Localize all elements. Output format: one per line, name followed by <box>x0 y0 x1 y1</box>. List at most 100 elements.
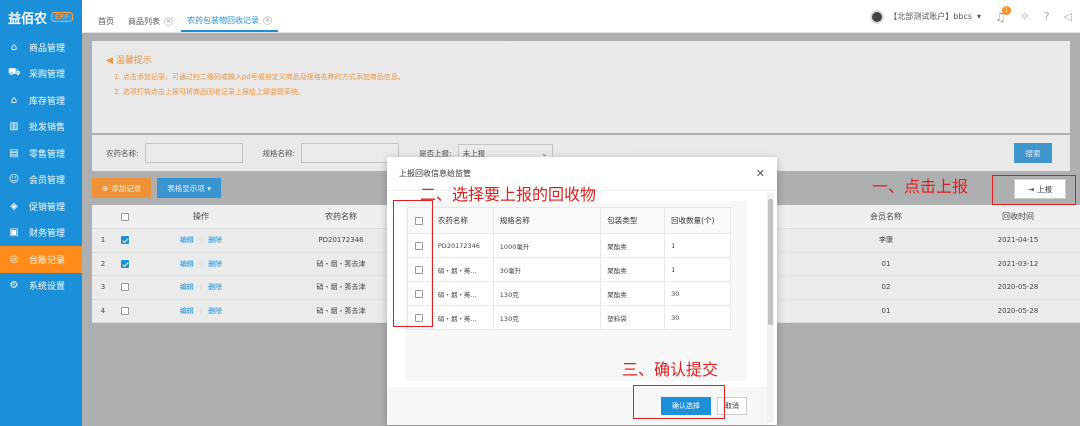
plus-icon: ⊕ <box>102 183 109 193</box>
search-button[interactable]: 搜索 <box>1014 143 1052 163</box>
sidebar-item-label: 会员管理 <box>29 176 66 187</box>
modal-row-spec: 1000毫升 <box>492 233 602 258</box>
sidebar-item-wholesale[interactable]: ▥ 批发销售 <box>0 114 82 141</box>
row-checkbox[interactable] <box>121 283 129 292</box>
row-checkbox[interactable] <box>121 306 129 315</box>
row-member: 李康 <box>816 228 956 253</box>
sidebar-item-settings[interactable]: ⚙ 系统设置 <box>0 273 82 300</box>
separator: | <box>199 236 203 245</box>
bell-icon[interactable]: ♫ 1 <box>995 5 1011 24</box>
modal-row-name: 硝・烟・莠… <box>430 305 494 330</box>
columns-button[interactable]: 表格显示项 ▾ <box>157 178 221 198</box>
close-icon[interactable]: × <box>263 15 272 25</box>
user-icon: ☺ <box>8 174 20 186</box>
row-number: 4 <box>92 299 114 323</box>
sidebar-item-records[interactable]: ◎ 台账记录 <box>0 246 82 273</box>
row-checkbox[interactable] <box>121 236 129 245</box>
cart-icon: ⛟ <box>8 67 21 79</box>
edit-link[interactable]: 编辑 <box>180 236 194 244</box>
sidebar-item-label: 库存管理 <box>29 96 66 107</box>
edit-link[interactable]: 编辑 <box>180 260 194 268</box>
sidebar-item-purchase[interactable]: ⛟ 采购管理 <box>0 61 82 88</box>
shop-icon: ▤ <box>9 147 19 159</box>
header-member: 会员名称 <box>816 205 956 229</box>
sidebar-item-finance[interactable]: ▣ 财务管理 <box>0 220 82 247</box>
help-icon[interactable]: ? <box>1044 10 1050 23</box>
record-icon: ◎ <box>9 253 19 265</box>
close-icon[interactable]: × <box>164 16 173 26</box>
row-member: 01 <box>816 299 956 323</box>
row-member: 02 <box>816 275 956 300</box>
delete-link[interactable]: 删除 <box>208 307 222 315</box>
tab-label: 首页 <box>98 16 114 26</box>
user-name: 【北部测试账户】bbcs <box>889 12 973 21</box>
modal-header-spec: 规格名称 <box>492 207 602 234</box>
modal-row-pack: 聚酯类 <box>600 233 666 258</box>
delete-link[interactable]: 删除 <box>208 283 222 291</box>
tips-title: ◀ 温馨提示 <box>106 53 1056 66</box>
toolbar: ⊕ 添加记录 表格显示项 ▾ <box>92 178 221 198</box>
edit-link[interactable]: 编辑 <box>180 307 194 315</box>
modal-row-name: 硝・烟・莠… <box>430 257 494 282</box>
sidebar-item-goods[interactable]: ⌂ 商品管理 <box>0 34 82 61</box>
separator: | <box>199 259 203 268</box>
chevron-down-icon: ▾ <box>207 183 211 193</box>
row-select <box>114 275 136 300</box>
tab-recycle-records[interactable]: 农药包装物回收记录 × <box>181 10 278 32</box>
delete-link[interactable]: 删除 <box>208 236 222 244</box>
tips-line: 2. 选项打钩点击上报可将商品回收记录上报给上级监管系统。 <box>114 88 305 96</box>
modal-row: 硝・烟・莠… 130克 塑料袋 30 <box>407 305 731 330</box>
modal-row-spec: 30毫升 <box>492 257 602 282</box>
modal-header-pack: 包装类型 <box>600 207 666 234</box>
annotation-box-confirm <box>633 385 725 419</box>
tips-title-text: 温馨提示 <box>115 56 152 66</box>
select-all-checkbox[interactable] <box>121 212 129 221</box>
spec-input[interactable] <box>301 143 400 163</box>
columns-label: 表格显示项 <box>167 183 205 193</box>
row-number: 1 <box>92 228 114 253</box>
row-checkbox[interactable] <box>121 259 129 268</box>
scrollbar-thumb[interactable] <box>768 199 773 325</box>
gear-icon: ⚙ <box>9 280 19 292</box>
header-date: 回收时间 <box>956 205 1080 229</box>
modal-table: 农药名称 规格名称 包装类型 回收数量(个) PD20172346 1000毫升… <box>407 207 731 330</box>
add-record-button[interactable]: ⊕ 添加记录 <box>92 178 152 198</box>
sidebar-item-label: 促销管理 <box>29 202 66 213</box>
modal-row-pack: 聚酯类 <box>600 281 666 306</box>
sidebar-item-retail[interactable]: ▤ 零售管理 <box>0 140 82 167</box>
sidebar-item-stock[interactable]: ⌂ 库存管理 <box>0 87 82 114</box>
modal-row: PD20172346 1000毫升 聚酯类 1 <box>407 233 731 258</box>
header-actions: 操作 <box>136 205 266 229</box>
tab-home[interactable]: 首页 <box>92 10 120 32</box>
speaker-icon: ◀ <box>106 56 116 66</box>
tab-label: 商品列表 <box>128 16 160 26</box>
row-date: 2020-05-28 <box>956 299 1080 323</box>
chart-icon: ▥ <box>9 121 19 133</box>
sidebar-item-promo[interactable]: ◈ 促销管理 <box>0 193 82 220</box>
wallet-icon: ▣ <box>9 227 19 239</box>
row-actions: 编辑 | 删除 <box>136 252 266 276</box>
select-all-header <box>114 205 136 229</box>
annotation-step1: 一、点击上报 <box>872 177 969 196</box>
tips-panel: ◀ 温馨提示 1. 点击添加记录，可通过扫二维码或输入pd号或自定义商品及规格名… <box>92 41 1070 133</box>
close-icon[interactable]: ✕ <box>756 167 765 180</box>
tab-goods-list[interactable]: 商品列表 × <box>122 10 179 32</box>
modal-row-spec: 130克 <box>492 281 602 306</box>
pesticide-label: 农药名称: <box>106 148 139 158</box>
delete-link[interactable]: 删除 <box>208 260 222 268</box>
topbar: 首页 商品列表 × 农药包装物回收记录 × 【北部测试账户】bbcs ▾ ♫ 1 ☼ … <box>82 0 1080 33</box>
modal-row-qty: 30 <box>664 281 731 306</box>
edit-link[interactable]: 编辑 <box>180 283 194 291</box>
separator: | <box>199 283 203 292</box>
top-right-tools: 【北部测试账户】bbcs ▾ ♫ 1 ☼ ? ◁ <box>870 0 1072 33</box>
share-icon[interactable]: ◁ <box>1064 10 1072 23</box>
sidebar-item-member[interactable]: ☺ 会员管理 <box>0 167 82 194</box>
modal-row-name: 硝・烟・莠… <box>430 281 494 306</box>
row-number-header <box>92 205 114 229</box>
pesticide-input[interactable] <box>144 143 243 163</box>
skin-icon[interactable]: ☼ <box>1020 10 1030 23</box>
user-menu[interactable]: 【北部测试账户】bbcs ▾ <box>870 9 981 24</box>
modal-scrollbar[interactable] <box>767 193 774 423</box>
row-date: 2020-05-28 <box>956 275 1080 300</box>
sidebar-item-label: 商品管理 <box>29 43 66 54</box>
